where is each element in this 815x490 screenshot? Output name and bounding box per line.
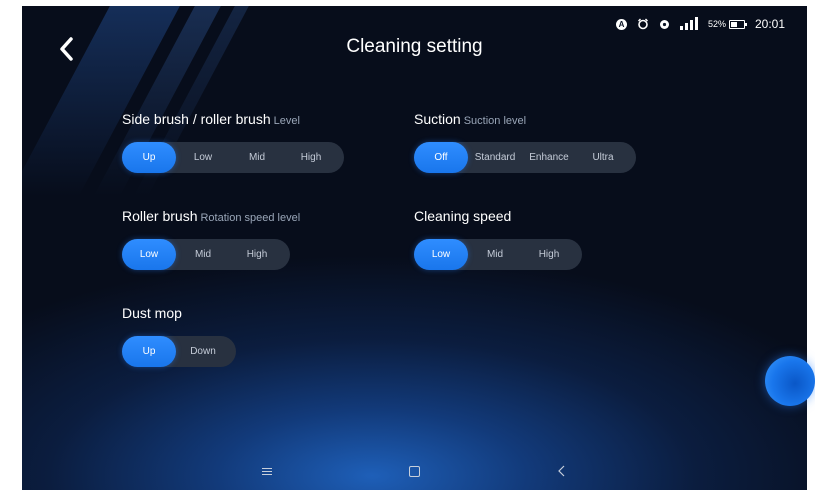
side-brush-label: Side brush / roller brush	[122, 111, 271, 127]
back-icon[interactable]	[556, 464, 568, 478]
side-brush-level-selector: Up Low Mid High	[122, 142, 344, 173]
suction-section: Suction Suction level Off Standard Enhanc…	[414, 111, 636, 173]
roller-brush-speed-selector: Low Mid High	[122, 239, 290, 270]
roller-brush-sublabel: Rotation speed level	[200, 212, 301, 224]
option-low[interactable]: Low	[414, 239, 468, 270]
app-screen: Cleaning setting A 52% 20:01 Side brush …	[22, 6, 807, 490]
roller-brush-label: Roller brush	[122, 208, 198, 224]
cleaning-speed-section: Cleaning speed Low Mid High	[414, 208, 582, 270]
suction-sublabel: Suction level	[463, 115, 527, 127]
section-label: Side brush / roller brush Level	[122, 111, 344, 127]
battery-icon	[728, 19, 747, 29]
option-mid[interactable]: Mid	[468, 239, 522, 270]
side-brush-section: Side brush / roller brush Level Up Low Mi…	[122, 111, 344, 173]
page-title: Cleaning setting	[346, 36, 483, 57]
navigation-bar	[22, 454, 807, 490]
battery-percent: 52%	[707, 19, 726, 29]
roller-brush-section: Roller brush Rotation speed level Low Mid…	[122, 208, 300, 270]
option-high[interactable]: High	[284, 142, 338, 173]
menu-icon[interactable]	[262, 468, 272, 477]
clock: 20:01	[754, 17, 785, 31]
suction-level-selector: Off Standard Enhance Ultra	[414, 142, 636, 173]
location-icon	[659, 19, 669, 29]
signal-icon	[679, 17, 698, 30]
option-enhance[interactable]: Enhance	[522, 142, 576, 173]
home-icon[interactable]	[409, 466, 420, 477]
cleaning-speed-label: Cleaning speed	[414, 208, 512, 224]
status-bar: A 52% 20:01	[615, 17, 785, 31]
side-brush-sublabel: Level	[273, 115, 300, 127]
dust-mop-label: Dust mop	[122, 305, 182, 321]
option-high[interactable]: High	[522, 239, 576, 270]
option-low[interactable]: Low	[122, 239, 176, 270]
option-up[interactable]: Up	[122, 336, 176, 367]
section-label: Roller brush Rotation speed level	[122, 208, 300, 224]
suction-label: Suction	[414, 111, 461, 127]
option-standard[interactable]: Standard	[468, 142, 522, 173]
option-ultra[interactable]: Ultra	[576, 142, 630, 173]
option-low[interactable]: Low	[176, 142, 230, 173]
option-mid[interactable]: Mid	[176, 239, 230, 270]
option-off[interactable]: Off	[414, 142, 468, 173]
cleaning-speed-selector: Low Mid High	[414, 239, 582, 270]
alarm-icon	[637, 18, 648, 30]
a-circle-icon: A	[615, 18, 627, 30]
option-down[interactable]: Down	[176, 336, 230, 367]
dust-mop-selector: Up Down	[122, 336, 236, 367]
floating-action-button[interactable]	[765, 356, 815, 406]
dust-mop-section: Dust mop Up Down	[122, 305, 236, 367]
option-up[interactable]: Up	[122, 142, 176, 173]
option-high[interactable]: High	[230, 239, 284, 270]
option-mid[interactable]: Mid	[230, 142, 284, 173]
section-label: Suction Suction level	[414, 111, 636, 127]
battery-indicator: 52%	[707, 19, 747, 29]
